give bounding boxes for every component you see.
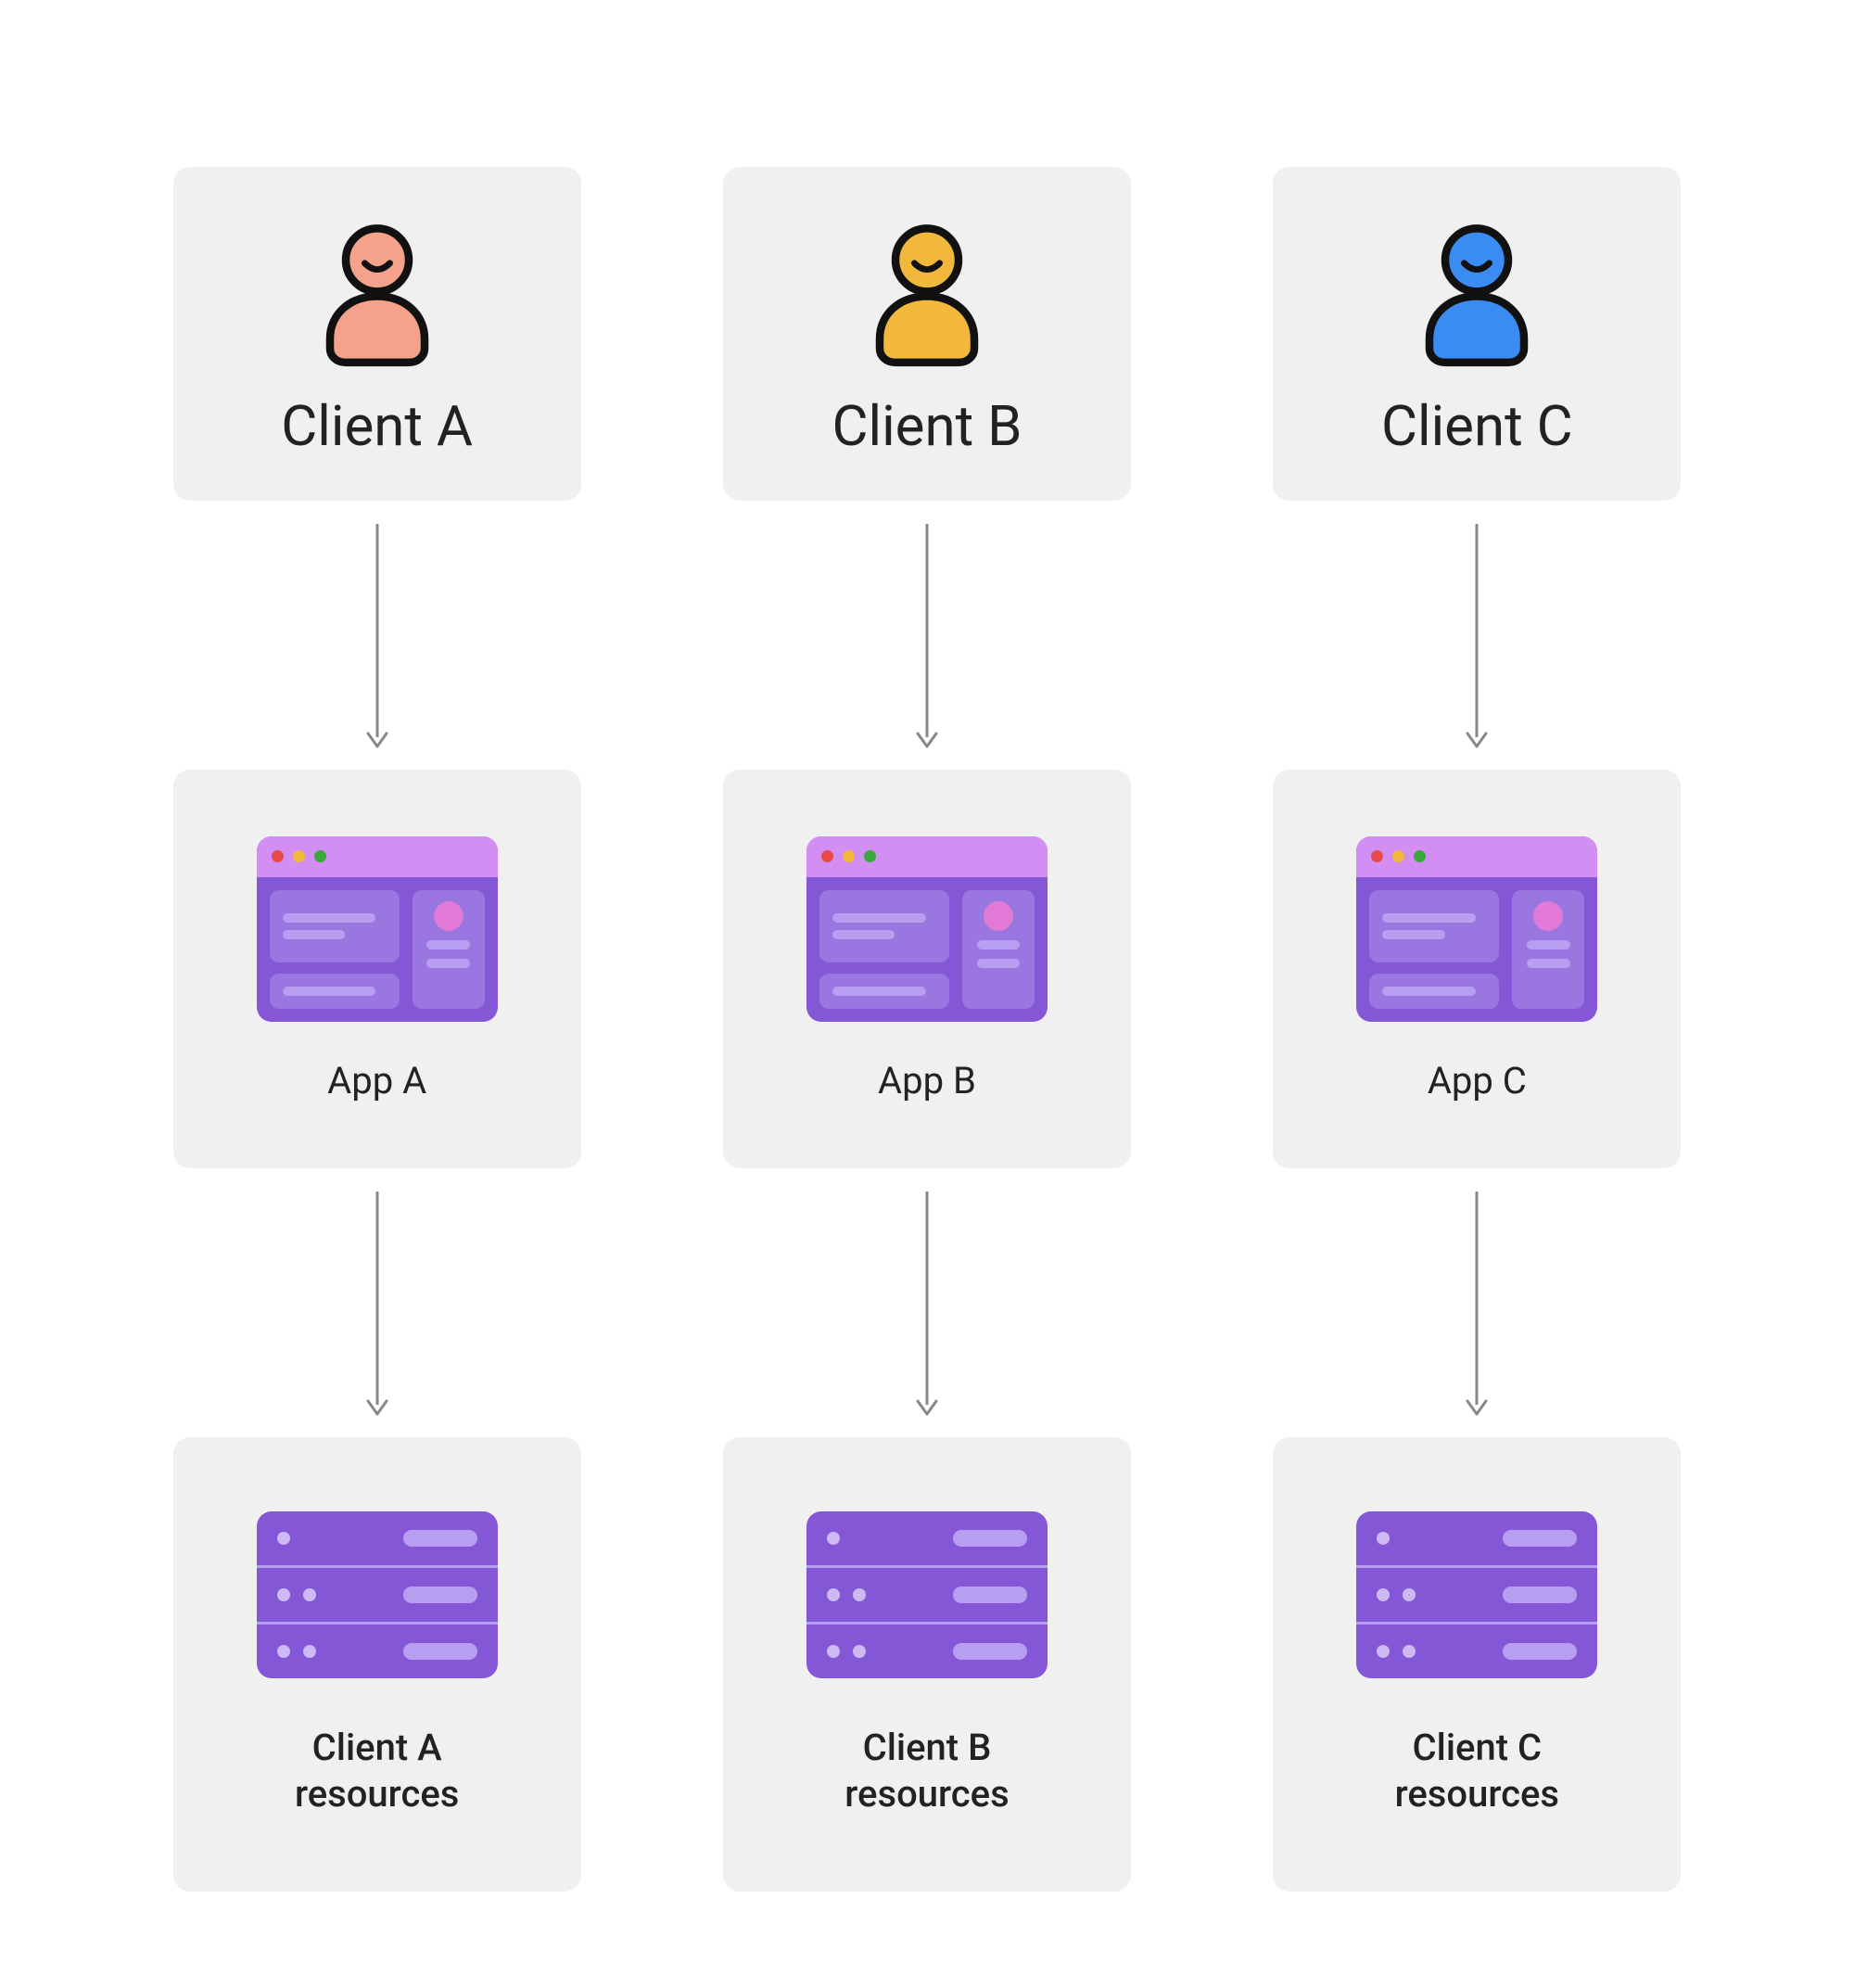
resources-label-c: Client Cresources	[1395, 1725, 1559, 1817]
client-label-a: Client A	[281, 393, 473, 459]
person-icon	[298, 210, 456, 367]
app-card-a: App A	[173, 770, 581, 1168]
window-dot-green-icon	[864, 850, 876, 862]
app-window-icon	[257, 836, 498, 1022]
arrow-b-1	[913, 501, 941, 770]
arrow-b-2	[913, 1168, 941, 1437]
client-label-c: Client C	[1381, 393, 1573, 459]
window-dot-yellow-icon	[1392, 850, 1404, 862]
resources-label-a: Client Aresources	[295, 1725, 459, 1817]
window-dot-yellow-icon	[293, 850, 305, 862]
server-icon	[806, 1511, 1048, 1678]
window-dot-yellow-icon	[843, 850, 855, 862]
client-card-b: Client B	[723, 167, 1131, 501]
resources-card-b: Client Bresources	[723, 1437, 1131, 1892]
resources-card-c: Client Cresources	[1273, 1437, 1681, 1892]
window-dot-green-icon	[314, 850, 326, 862]
arrow-a-1	[363, 501, 391, 770]
server-icon	[257, 1511, 498, 1678]
resources-label-b: Client Bresources	[844, 1725, 1009, 1817]
client-card-c: Client C	[1273, 167, 1681, 501]
app-label-b: App B	[878, 1059, 976, 1102]
arrow-c-2	[1463, 1168, 1491, 1437]
person-icon	[848, 210, 1006, 367]
client-label-b: Client B	[832, 393, 1022, 459]
server-icon	[1356, 1511, 1597, 1678]
app-avatar-icon	[1533, 901, 1563, 931]
app-card-b: App B	[723, 770, 1131, 1168]
column-b: Client B	[679, 167, 1174, 1892]
column-c: Client C	[1230, 167, 1724, 1892]
app-label-a: App A	[327, 1059, 426, 1102]
window-dot-red-icon	[1371, 850, 1383, 862]
client-card-a: Client A	[173, 167, 581, 501]
arrow-a-2	[363, 1168, 391, 1437]
window-dot-red-icon	[272, 850, 284, 862]
app-window-icon	[1356, 836, 1597, 1022]
resources-card-a: Client Aresources	[173, 1437, 581, 1892]
app-avatar-icon	[984, 901, 1013, 931]
person-icon	[1398, 210, 1556, 367]
app-card-c: App C	[1273, 770, 1681, 1168]
app-label-c: App C	[1428, 1059, 1527, 1102]
arrow-c-1	[1463, 501, 1491, 770]
column-a: Client A	[130, 167, 624, 1892]
app-avatar-icon	[434, 901, 464, 931]
architecture-diagram: Client A	[130, 167, 1724, 1892]
window-dot-green-icon	[1414, 850, 1426, 862]
app-window-icon	[806, 836, 1048, 1022]
window-dot-red-icon	[821, 850, 833, 862]
